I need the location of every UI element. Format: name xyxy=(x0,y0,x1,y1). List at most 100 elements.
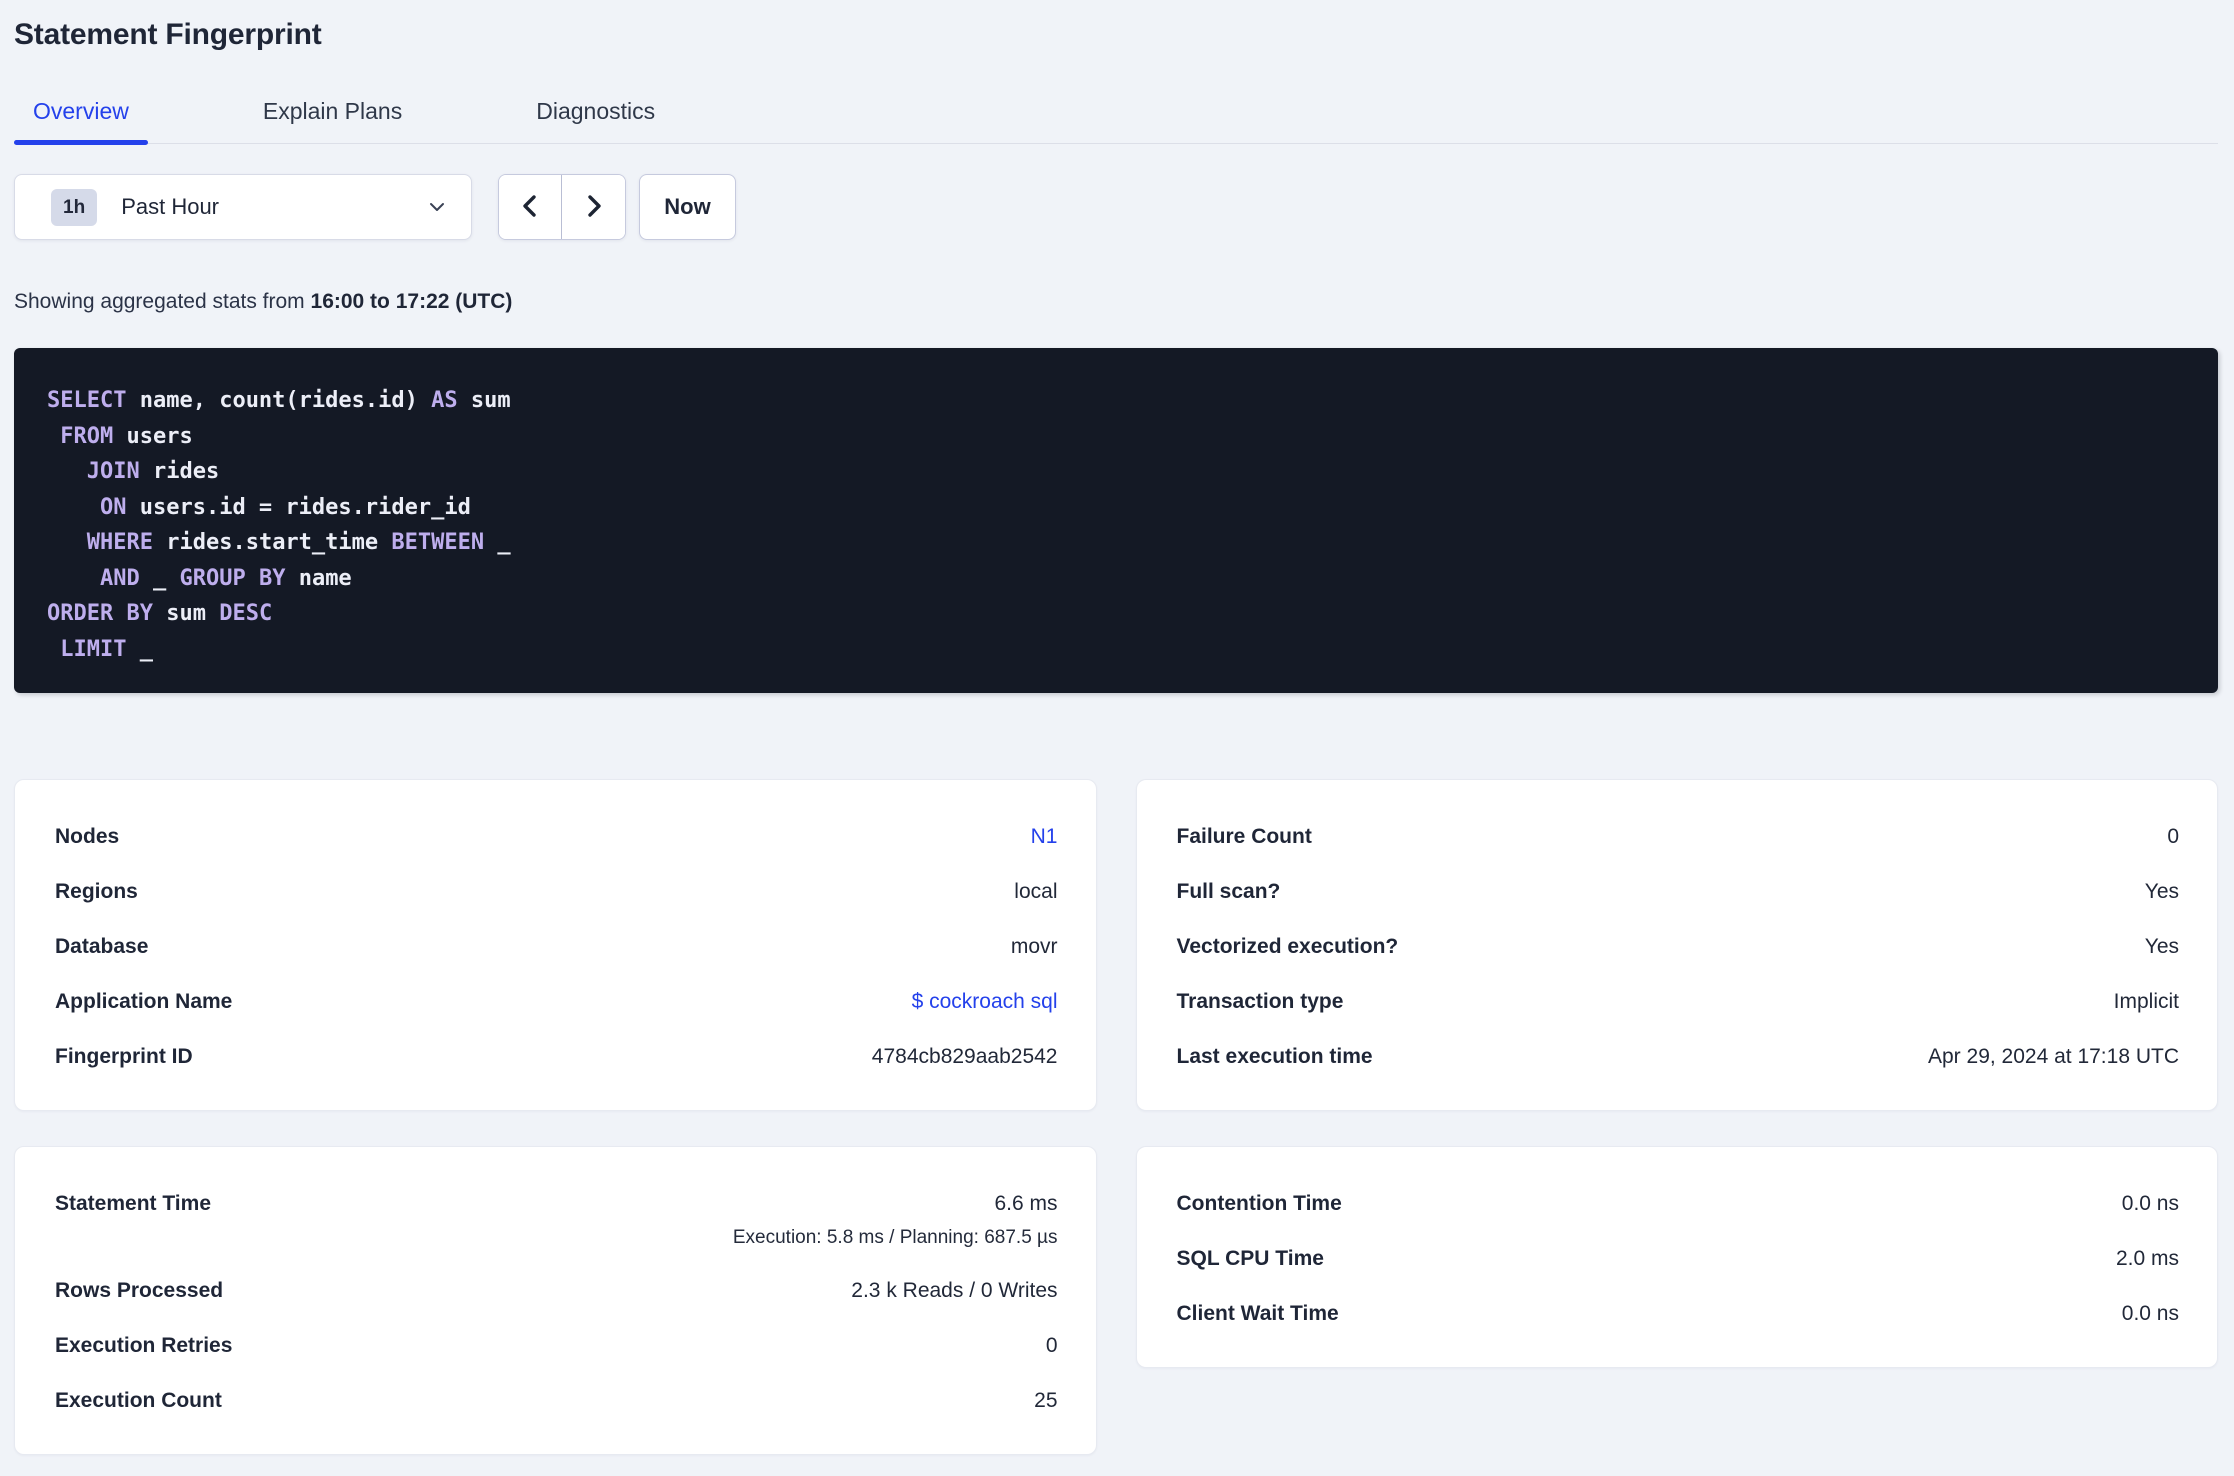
sql-line: AND _ GROUP BY name xyxy=(99,565,352,591)
now-button[interactable]: Now xyxy=(639,174,736,240)
stat-value-wrap: 0.0 ns xyxy=(2122,1300,2179,1328)
stat-value-wrap: Yes xyxy=(2145,878,2179,906)
stat-label: Application Name xyxy=(55,989,233,1013)
stat-value: 4784cb829aab2542 xyxy=(871,1044,1058,1068)
chevron-down-icon xyxy=(427,197,447,217)
stat-value-wrap: 0.0 ns xyxy=(2122,1190,2179,1218)
stat-label: Statement Time xyxy=(55,1191,211,1215)
stat-value-wrap: Implicit xyxy=(2114,988,2179,1016)
sql-line: ON users.id = rides.rider_id xyxy=(99,494,471,520)
stat-label: Contention Time xyxy=(1176,1191,1342,1215)
sql-line: FROM users xyxy=(60,423,193,449)
stat-value-wrap: 6.6 ms Execution: 5.8 ms / Planning: 687.… xyxy=(733,1190,1058,1250)
stat-label: Database xyxy=(55,934,149,958)
sql-line: JOIN rides xyxy=(86,459,220,484)
stat-label: Execution Retries xyxy=(55,1333,233,1357)
stat-subvalue: Execution: 5.8 ms / Planning: 687.5 µs xyxy=(732,1226,1058,1248)
tab-explain-plans[interactable]: Explain Plans xyxy=(244,98,421,143)
tab-diagnostics[interactable]: Diagnostics xyxy=(517,98,674,143)
tab-bar: Overview Explain Plans Diagnostics xyxy=(14,98,2218,145)
stat-label: Regions xyxy=(55,879,138,903)
overview-right-card: Failure Count 0 Full scan? Yes Vectorized ex… xyxy=(1135,779,2218,1111)
aggregated-stats-caption: Showing aggregated stats from 16:00 to 1… xyxy=(14,290,2218,314)
caption-time-range: 16:00 to 17:22 (UTC) xyxy=(310,290,513,313)
stat-row-client-wait-time: Client Wait Time 0.0 ns xyxy=(1177,1286,2180,1341)
stat-row-regions: Regions local xyxy=(55,864,1058,919)
stat-label: SQL CPU Time xyxy=(1176,1246,1324,1270)
sql-statement-box: SELECT name, count(rides.id) AS sum FROM… xyxy=(14,348,2218,693)
stat-value-wrap: movr xyxy=(1011,933,1058,961)
stat-value-link[interactable]: $ cockroach sql xyxy=(912,988,1058,1016)
stat-row-application-name: Application Name $ cockroach sql xyxy=(55,974,1058,1029)
stat-label: Last execution time xyxy=(1176,1044,1373,1068)
stat-value-link[interactable]: N1 xyxy=(1031,823,1058,851)
stat-value-wrap: 25 xyxy=(1034,1387,1057,1415)
stat-value: 0 xyxy=(2167,824,2179,848)
next-interval-button[interactable] xyxy=(562,175,625,239)
stat-row-vectorized-execution: Vectorized execution? Yes xyxy=(1177,919,2180,974)
timing-left-card: Statement Time 6.6 ms Execution: 5.8 ms / … xyxy=(14,1146,1097,1455)
stat-value-wrap: 2.0 ms xyxy=(2116,1245,2179,1273)
stat-value-wrap: N1 xyxy=(1031,823,1058,851)
stat-label: Transaction type xyxy=(1176,989,1344,1013)
stat-value: 25 xyxy=(1034,1388,1058,1412)
stat-value-wrap: 2.3 k Reads / 0 Writes xyxy=(851,1277,1057,1305)
overview-left-card: Nodes N1 Regions local Database movr Applicati… xyxy=(14,779,1097,1111)
statement-fingerprint-page: Statement Fingerprint Overview Explain P… xyxy=(0,18,2234,1455)
stat-value: 2.0 ms xyxy=(2115,1246,2179,1270)
chevron-left-icon xyxy=(518,192,542,223)
time-pager xyxy=(498,174,626,240)
stat-value: 2.3 k Reads / 0 Writes xyxy=(851,1278,1058,1302)
time-range-badge: 1h xyxy=(51,188,98,226)
stat-row-database: Database movr xyxy=(55,919,1058,974)
stat-label: Fingerprint ID xyxy=(55,1044,193,1068)
time-range-dropdown[interactable]: 1h Past Hour xyxy=(14,174,472,240)
stat-value: 0.0 ns xyxy=(2121,1301,2179,1325)
sql-line: LIMIT _ xyxy=(60,636,153,662)
time-range-label: Past Hour xyxy=(121,194,220,219)
stat-value: 6.6 ms xyxy=(994,1191,1058,1215)
stat-row-failure-count: Failure Count 0 xyxy=(1177,809,2180,864)
stat-label: Vectorized execution? xyxy=(1176,934,1399,958)
time-toolbar: 1h Past Hour Now xyxy=(14,174,2218,240)
stat-value: 0.0 ns xyxy=(2121,1191,2179,1215)
stat-value: local xyxy=(1014,879,1058,903)
stat-value-wrap: Apr 29, 2024 at 17:18 UTC xyxy=(1928,1043,2179,1071)
stat-row-fingerprint-id: Fingerprint ID 4784cb829aab2542 xyxy=(55,1029,1058,1084)
sql-line: WHERE rides.start_time BETWEEN _ xyxy=(86,530,511,555)
stat-value-wrap: 4784cb829aab2542 xyxy=(872,1043,1058,1071)
stat-label: Failure Count xyxy=(1176,824,1312,848)
stat-row-execution-retries: Execution Retries 0 xyxy=(55,1318,1058,1373)
stat-label: Full scan? xyxy=(1176,879,1281,903)
stats-cards-grid: Nodes N1 Regions local Database movr Applicati… xyxy=(14,779,2218,1455)
stat-row-transaction-type: Transaction type Implicit xyxy=(1177,974,2180,1029)
stat-row-rows-processed: Rows Processed 2.3 k Reads / 0 Writes xyxy=(55,1263,1058,1318)
stat-value: Yes xyxy=(2144,879,2179,903)
stat-value: 0 xyxy=(1045,1333,1058,1357)
stat-value-wrap: 0 xyxy=(2167,823,2179,851)
stat-row-statement-time: Statement Time 6.6 ms Execution: 5.8 ms / … xyxy=(55,1176,1058,1263)
page-title: Statement Fingerprint xyxy=(14,18,322,51)
stat-value-wrap: Yes xyxy=(2145,933,2179,961)
stat-value-wrap: 0 xyxy=(1046,1332,1058,1360)
tab-overview[interactable]: Overview xyxy=(14,98,148,145)
stat-row-last-execution-time: Last execution time Apr 29, 2024 at 17:18… xyxy=(1177,1029,2180,1084)
previous-interval-button[interactable] xyxy=(499,175,562,239)
stat-label: Nodes xyxy=(55,824,120,848)
stat-row-execution-count: Execution Count 25 xyxy=(55,1373,1058,1428)
stat-value-wrap: $ cockroach sql xyxy=(912,988,1058,1016)
sql-line: ORDER BY sum DESC xyxy=(47,601,273,626)
stat-label: Execution Count xyxy=(55,1388,222,1412)
stat-value-wrap: local xyxy=(1014,878,1057,906)
stat-row-sql-cpu-time: SQL CPU Time 2.0 ms xyxy=(1177,1231,2180,1286)
timing-right-card: Contention Time 0.0 ns SQL CPU Time 2.0 ms C… xyxy=(1135,1146,2218,1368)
stat-label: Client Wait Time xyxy=(1176,1301,1339,1325)
stat-row-contention-time: Contention Time 0.0 ns xyxy=(1177,1176,2180,1231)
stat-label: Rows Processed xyxy=(55,1278,224,1302)
sql-line: SELECT name, count(rides.id) AS sum xyxy=(47,388,511,413)
chevron-right-icon xyxy=(582,192,606,223)
stat-value: Apr 29, 2024 at 17:18 UTC xyxy=(1928,1044,2179,1068)
stat-row-nodes: Nodes N1 xyxy=(55,809,1058,864)
stat-value: movr xyxy=(1010,934,1058,958)
caption-prefix: Showing aggregated stats from xyxy=(14,290,311,313)
